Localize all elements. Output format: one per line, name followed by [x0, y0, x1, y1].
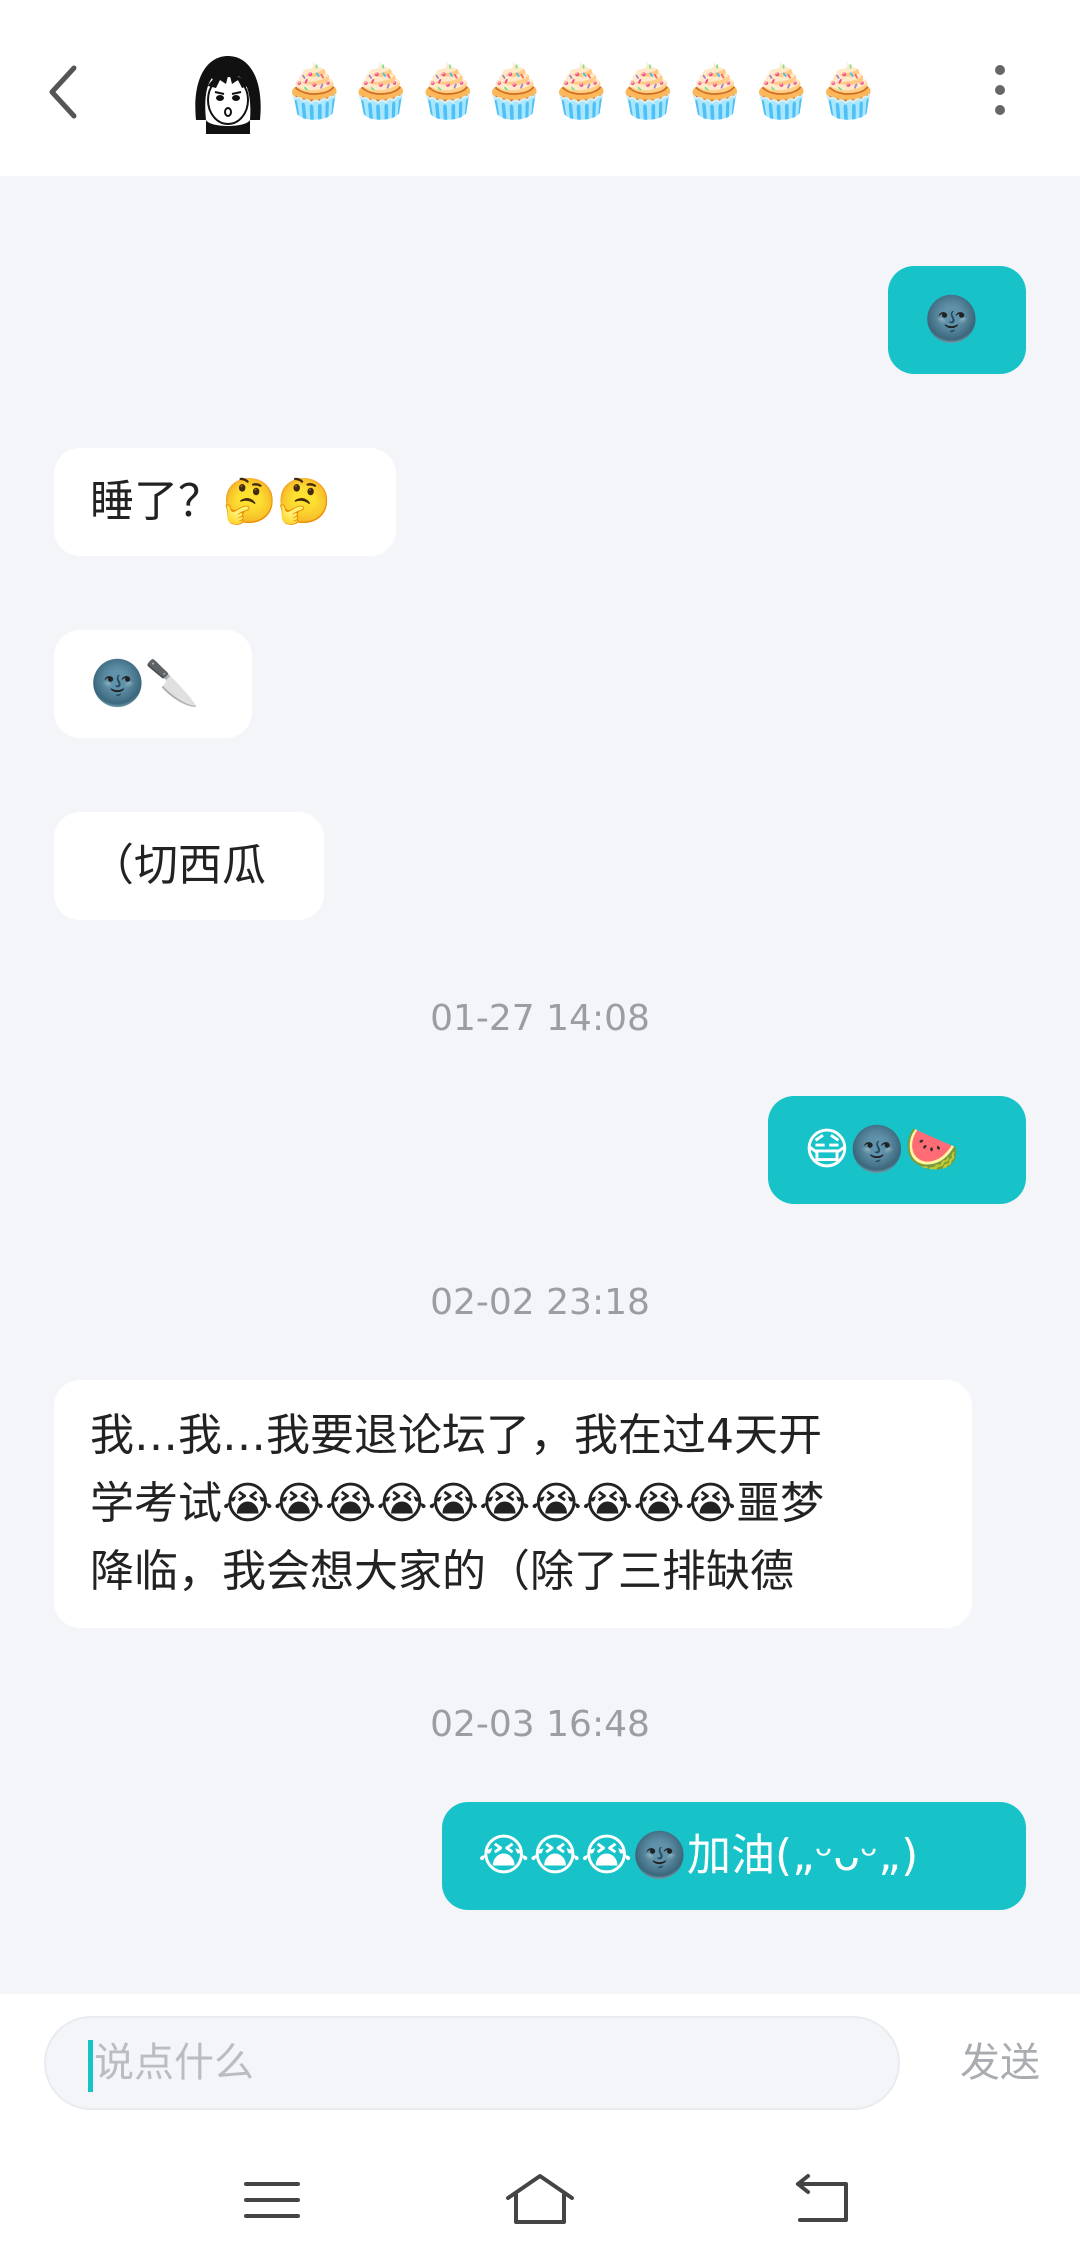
message-bubble-outgoing[interactable]: 😭😭😭🌚加油(„ᵕᴗᵕ„) — [442, 1802, 1026, 1910]
more-options-button[interactable] — [980, 60, 1020, 120]
message-text: 🌚🔪 — [90, 658, 200, 709]
timestamp: 01-27 14:08 — [430, 998, 650, 1039]
message-bubble-outgoing[interactable]: 😷🌚🍉 — [768, 1096, 1026, 1204]
message-input[interactable] — [44, 2016, 900, 2110]
message-list[interactable]: 🌚 睡了？🤔🤔 🌚🔪 （切西瓜 01-27 14:08 😷🌚🍉 02-02 23… — [0, 136, 1080, 1992]
timestamp: 02-03 16:48 — [430, 1704, 650, 1745]
message-bubble-incoming[interactable]: 睡了？🤔🤔 — [54, 448, 396, 556]
timestamp: 02-02 23:18 — [430, 1282, 650, 1323]
chat-title[interactable]: 🧁🧁🧁🧁🧁🧁🧁🧁🧁 — [186, 50, 886, 134]
composer: 发送 — [0, 1994, 1080, 2134]
message-bubble-incoming[interactable]: （切西瓜 — [54, 812, 324, 920]
send-button[interactable]: 发送 — [940, 2016, 1060, 2110]
message-text-line: 学考试😭😭😭😭😭😭😭😭😭😭噩梦 — [90, 1478, 825, 1529]
more-vertical-icon — [995, 65, 1005, 115]
message-text-line: 降临，我会想大家的（除了三排缺德 — [90, 1546, 794, 1597]
message-text: 😷🌚🍉 — [804, 1124, 960, 1175]
home-button[interactable] — [500, 2170, 580, 2230]
chevron-left-icon — [49, 65, 77, 119]
chat-title-text: 🧁🧁🧁🧁🧁🧁🧁🧁🧁 — [282, 62, 883, 122]
message-bubble-outgoing[interactable]: 🌚 — [888, 266, 1026, 374]
message-text: 睡了？🤔🤔 — [90, 476, 332, 527]
message-bubble-incoming[interactable]: 🌚🔪 — [54, 630, 252, 738]
message-text: 🌚 — [924, 294, 979, 345]
menu-button[interactable] — [232, 2170, 312, 2230]
system-nav-bar — [0, 2134, 1080, 2264]
home-icon — [506, 2174, 574, 2224]
nav-back-button[interactable] — [784, 2170, 864, 2230]
avatar[interactable] — [186, 50, 270, 134]
text-caret — [88, 2040, 93, 2092]
manga-girl-avatar — [186, 50, 270, 134]
menu-icon — [244, 2182, 300, 2218]
message-text: 😭😭😭🌚加油(„ᵕᴗᵕ„) — [478, 1830, 919, 1881]
message-text-line: 我…我…我要退论坛了，我在过4天开 — [90, 1410, 822, 1461]
back-arrow-icon — [796, 2174, 848, 2222]
message-bubble-incoming[interactable] — [54, 136, 286, 170]
message-bubble-incoming[interactable]: 我…我…我要退论坛了，我在过4天开 学考试😭😭😭😭😭😭😭😭😭😭噩梦 降临，我会想… — [54, 1380, 972, 1628]
back-button[interactable] — [36, 56, 96, 126]
message-text: （切西瓜 — [90, 840, 266, 891]
